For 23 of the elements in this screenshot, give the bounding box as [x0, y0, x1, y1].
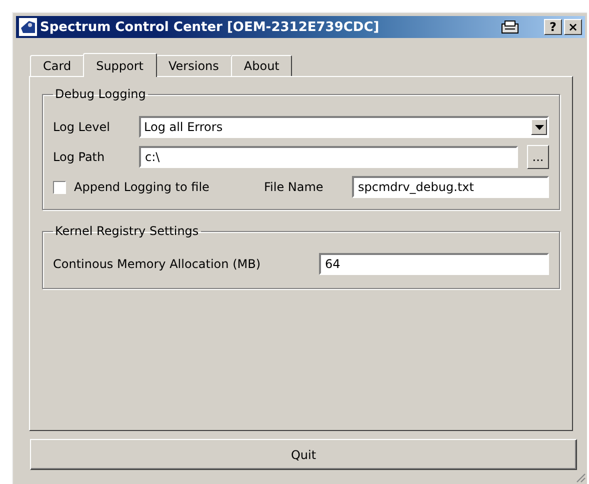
- help-button[interactable]: ?: [544, 19, 562, 35]
- checkbox[interactable]: [53, 180, 66, 194]
- tab[interactable]: About: [230, 55, 292, 76]
- memory-field[interactable]: 64: [319, 253, 549, 275]
- close-button[interactable]: ×: [564, 19, 582, 35]
- app-icon: [19, 18, 37, 36]
- group-title: Kernel Registry Settings: [54, 224, 200, 238]
- quit-button[interactable]: Quit: [30, 439, 577, 470]
- browse-button[interactable]: ...: [527, 145, 549, 169]
- field-label: Continous Memory Allocation (MB): [53, 257, 262, 271]
- tab[interactable]: Support: [83, 53, 157, 77]
- field-label: File Name: [264, 180, 324, 194]
- file-name-field[interactable]: spcmdrv_debug.txt: [352, 176, 549, 198]
- window-title: Spectrum Control Center [OEM-2312E739CDC]: [40, 20, 380, 34]
- group-title: Debug Logging: [54, 87, 147, 101]
- resize-grip-icon[interactable]: [574, 471, 586, 483]
- tab[interactable]: Card: [30, 55, 84, 76]
- printer-icon[interactable]: [501, 20, 519, 34]
- log-level-dropdown[interactable]: Log all Errors: [139, 116, 549, 138]
- field-label: Log Level: [53, 120, 111, 134]
- checkbox-label: Append Logging to file: [74, 180, 210, 194]
- field-label: Log Path: [53, 150, 106, 164]
- log-path-field[interactable]: c:\: [139, 146, 518, 168]
